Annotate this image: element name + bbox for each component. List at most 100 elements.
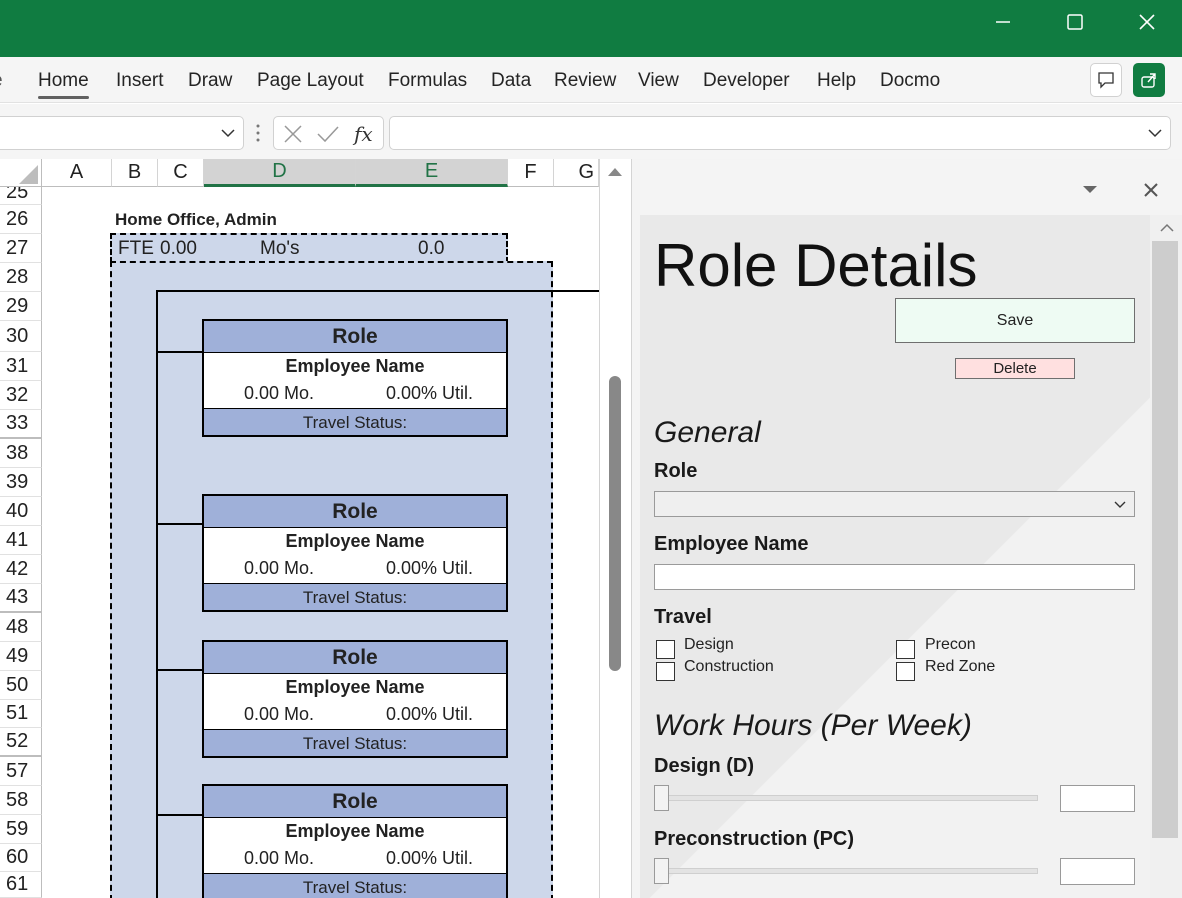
column-header-f[interactable]: F [508,159,554,187]
travel-design-label: Design [684,636,734,653]
column-header-e[interactable]: E [356,159,508,187]
role-card[interactable]: Role Employee Name 0.00 Mo. 0.00% Util. … [202,784,508,898]
tab-docmo[interactable]: Docmo [880,70,940,92]
role-label: Role [654,460,698,482]
name-box[interactable] [0,116,244,150]
row-header[interactable]: 25 [0,187,42,205]
travel-construction-checkbox[interactable] [656,662,675,681]
save-button[interactable]: Save [895,298,1135,343]
row-header[interactable]: 26 [0,205,42,234]
role-card[interactable]: Role Employee Name 0.00 Mo. 0.00% Util. … [202,319,508,437]
cancel-entry-icon[interactable] [283,124,303,144]
role-card[interactable]: Role Employee Name 0.00 Mo. 0.00% Util. … [202,640,508,758]
column-header-b[interactable]: B [112,159,158,187]
role-card-stats: 0.00 Mo. 0.00% Util. [204,700,506,729]
role-card-travel: Travel Status: [204,873,506,898]
precon-hours-slider[interactable] [662,868,1038,874]
comments-button[interactable] [1090,63,1122,97]
travel-design-checkbox[interactable] [656,640,675,659]
row-header[interactable]: 27 [0,234,42,263]
pane-close-icon[interactable] [1143,182,1159,198]
precon-hours-field[interactable] [1060,858,1135,885]
formula-bar: fx [0,104,1182,159]
select-all-corner[interactable] [0,159,42,187]
row-header[interactable]: 40 [0,497,42,526]
delete-button[interactable]: Delete [955,358,1075,379]
role-select[interactable] [654,491,1135,517]
travel-red-zone-checkbox[interactable] [896,662,915,681]
design-hours-field[interactable] [1060,785,1135,812]
sheet-vertical-scrollbar[interactable] [599,159,631,898]
role-card-travel: Travel Status: [204,408,506,435]
row-header[interactable]: 49 [0,642,42,671]
row-header[interactable]: 29 [0,292,42,321]
general-heading: General [654,416,761,449]
row-header[interactable]: 51 [0,700,42,728]
pane-scroll-thumb[interactable] [1152,241,1178,838]
row-header[interactable]: 61 [0,872,42,898]
column-header-d[interactable]: D [204,159,356,187]
travel-precon-checkbox[interactable] [896,640,915,659]
column-header-a[interactable]: A [42,159,112,187]
row-header[interactable]: 52 [0,728,42,757]
row-header[interactable]: 41 [0,526,42,555]
row-header[interactable]: 32 [0,381,42,410]
row-header[interactable]: 57 [0,757,42,786]
travel-construction-label: Construction [684,658,774,675]
scroll-up-icon[interactable] [608,167,622,177]
row-header[interactable]: 30 [0,321,42,352]
tab-developer[interactable]: Developer [703,70,790,92]
confirm-entry-icon[interactable] [316,124,340,144]
row-header[interactable]: 31 [0,352,42,381]
tab-review[interactable]: Review [554,70,616,92]
design-hours-slider-thumb[interactable] [654,785,669,811]
role-details-pane: Role Details Save Delete General Role Em… [631,159,1182,898]
formula-input[interactable] [389,116,1171,150]
row-header[interactable]: 43 [0,584,42,613]
column-header-c[interactable]: C [158,159,204,187]
fte-label: FTE [118,238,154,259]
role-card-title: Role [204,321,506,353]
worksheet-grid[interactable]: Home Office, Admin FTE 0.00 Mo's 0.0 Rol… [42,187,599,898]
insert-function-icon[interactable]: fx [354,122,373,146]
role-card[interactable]: Role Employee Name 0.00 Mo. 0.00% Util. … [202,494,508,612]
tab-insert[interactable]: Insert [116,70,164,92]
row-header[interactable]: 33 [0,410,42,439]
design-hours-slider[interactable] [662,795,1038,801]
role-card-employee: Employee Name [285,821,425,841]
row-header[interactable]: 58 [0,786,42,815]
row-header[interactable]: 42 [0,555,42,584]
mos-label: Mo's [260,238,300,259]
row-header[interactable]: 50 [0,671,42,700]
row-header[interactable]: 59 [0,815,42,844]
row-header[interactable]: 28 [0,263,42,292]
maximize-button[interactable] [1052,0,1098,44]
row-header[interactable]: 48 [0,613,42,642]
pane-options-icon[interactable] [1083,185,1097,194]
group-heading: Home Office, Admin [115,210,277,229]
role-card-employee: Employee Name [285,531,425,551]
tab-page-layout[interactable]: Page Layout [257,70,364,92]
tab-formulas[interactable]: Formulas [388,70,467,92]
comment-icon [1098,72,1114,89]
tab-home[interactable]: Home [38,70,89,99]
row-header[interactable]: 39 [0,468,42,497]
tab-help[interactable]: Help [817,70,856,92]
role-card-util: 0.00% Util. [386,704,474,724]
row-header[interactable]: 38 [0,439,42,468]
tab-data[interactable]: Data [491,70,531,92]
precon-hours-slider-thumb[interactable] [654,858,669,884]
minimize-button[interactable] [980,0,1026,44]
tab-file-partial[interactable]: e [0,70,3,92]
close-window-button[interactable] [1124,0,1170,44]
tab-view[interactable]: View [638,70,679,92]
pane-scroll-up-icon[interactable] [1160,223,1174,232]
share-button[interactable] [1133,63,1165,97]
pane-vertical-scrollbar[interactable] [1150,215,1182,898]
employee-name-field[interactable] [654,564,1135,590]
role-card-months: 0.00 Mo. [244,383,315,403]
column-header-g[interactable]: G [554,159,599,187]
sheet-scroll-thumb[interactable] [609,376,621,671]
row-header[interactable]: 60 [0,844,42,872]
tab-draw[interactable]: Draw [188,70,232,92]
